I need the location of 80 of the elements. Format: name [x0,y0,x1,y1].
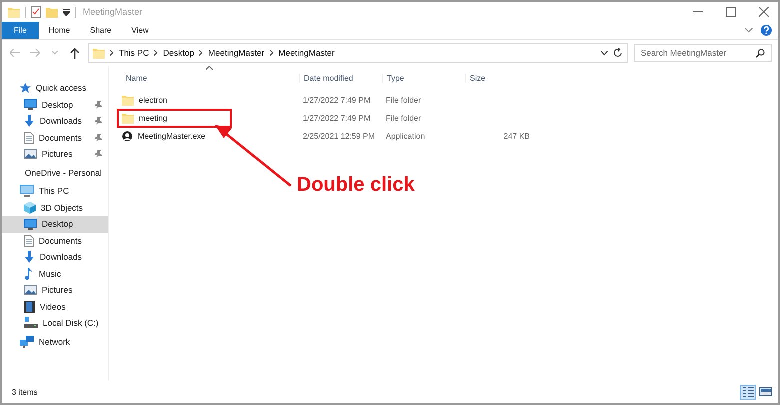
chevron-right-icon[interactable] [270,50,274,56]
folder-icon [122,113,134,124]
file-name[interactable]: meeting [117,109,232,128]
download-icon [24,251,35,264]
maximize-icon[interactable] [726,7,736,17]
column-header[interactable]: Date modified [299,74,382,82]
chevron-down-icon[interactable] [601,50,608,56]
up-arrow-icon[interactable] [70,48,80,58]
sidebar-item[interactable]: Documents [2,232,108,249]
minimize-icon[interactable] [693,11,703,13]
sort-caret-icon [206,66,213,70]
folder-icon [122,95,134,106]
folder-icon [93,48,105,58]
address-bar[interactable]: This PC Desktop MeetingMaster MeetingMaster [88,43,628,63]
column-header[interactable]: Size [465,74,534,82]
document-icon [24,234,34,247]
ribbon-tab[interactable]: Share [80,22,122,39]
type-cell-text: File folder [385,114,422,123]
sidebar-item[interactable]: 3D Objects [2,200,108,216]
drive-icon [24,317,38,330]
cube-icon [24,202,36,214]
sidebar-item[interactable]: Downloads [2,249,108,266]
search-icon [756,49,765,58]
column-header[interactable]: Name [122,74,299,82]
breadcrumb[interactable]: Desktop [163,48,194,58]
sidebar-item[interactable]: Pictures [2,146,108,162]
type-cell-text: File folder [385,96,422,105]
date-cell-text: 1/27/2022 7:49 PM [302,114,372,123]
sidebar-item[interactable]: Pictures [2,282,108,298]
app-icon [122,131,133,142]
ribbon-tab[interactable]: Home [38,22,80,39]
sidebar-item[interactable]: Downloads [2,113,108,130]
tiles-view-button[interactable] [758,384,774,400]
details-view-button[interactable] [740,384,756,400]
breadcrumb[interactable]: MeetingMaster [208,48,265,58]
ribbon-tab[interactable]: View [122,22,159,39]
monitor-icon [24,218,37,230]
window-title: MeetingMaster [83,7,143,17]
properties-icon[interactable] [31,6,41,18]
help-icon[interactable] [761,25,772,36]
image-icon [24,285,37,296]
computer-icon [20,185,34,198]
breadcrumb[interactable]: MeetingMaster [278,48,335,58]
document-icon [24,132,34,144]
close-icon[interactable] [759,7,769,17]
ribbon-tab[interactable]: File [2,22,39,39]
size-cell: 247 KB [504,132,530,141]
chevron-right-icon[interactable] [110,50,114,56]
file-name[interactable]: MeetingMaster.exe [117,127,232,146]
breadcrumb[interactable]: This PC [119,48,150,58]
chevron-right-icon[interactable] [199,50,204,56]
column-header[interactable]: Type [382,74,465,82]
image-icon [24,149,37,160]
sidebar-item[interactable]: Quick access [2,80,108,96]
folder-icon [8,6,20,18]
download-icon [24,115,35,128]
sidebar-item[interactable]: Local Disk (C:) [2,315,108,332]
sidebar-item[interactable]: Documents [2,130,108,146]
sidebar-item[interactable]: This PC [2,183,108,200]
sidebar-item[interactable]: Desktop [2,216,108,232]
network-icon [20,336,34,348]
music-note-icon [24,268,34,280]
star-icon [20,82,31,94]
callout-text: Double click [297,174,415,197]
search-field[interactable]: Search MeetingMaster [634,44,772,62]
sidebar-item[interactable]: Desktop [2,96,108,113]
file-name[interactable]: electron [117,91,232,110]
dropdown-icon[interactable] [63,8,70,16]
sidebar-item[interactable]: Videos [2,298,108,315]
sidebar-item[interactable]: Music [2,266,108,282]
item-count: 3 items [12,388,38,396]
type-cell-text: Application [385,132,426,141]
chevron-right-icon[interactable] [154,50,158,56]
monitor-icon [24,99,37,110]
date-cell-text: 2/25/2021 12:59 PM [302,132,376,141]
date-cell-text: 1/27/2022 7:49 PM [302,96,372,105]
refresh-icon[interactable] [613,48,623,58]
sidebar-item[interactable]: Network [2,334,108,350]
film-icon [24,300,35,313]
sidebar-item[interactable]: OneDrive - Personal [2,164,108,181]
